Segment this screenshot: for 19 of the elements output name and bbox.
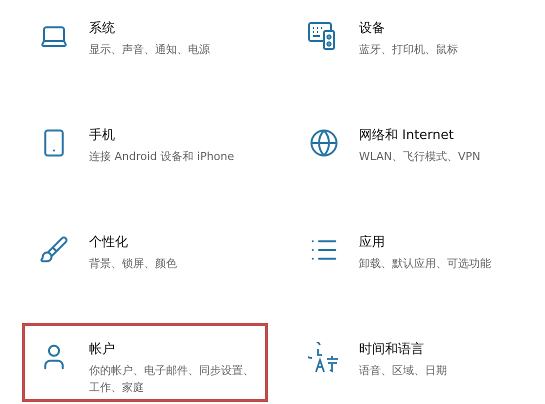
tile-subtitle: WLAN、飞行模式、VPN: [359, 149, 480, 165]
tile-title: 设备: [359, 20, 386, 37]
tile-title: 帐户: [89, 341, 116, 358]
brush-icon: [39, 235, 69, 265]
tile-subtitle: 背景、锁屏、颜色: [89, 256, 177, 272]
tile-subtitle: 连接 Android 设备和 iPhone: [89, 149, 234, 165]
tile-subtitle: 卸载、默认应用、可选功能: [359, 256, 491, 272]
globe-icon: [309, 128, 339, 158]
tile-title: 网络和 Internet: [359, 127, 455, 144]
tile-subtitle: 显示、声音、通知、电源: [89, 42, 210, 58]
tile-subtitle: 蓝牙、打印机、鼠标: [359, 42, 458, 58]
tile-title: 时间和语言: [359, 341, 425, 358]
tile-title: 手机: [89, 127, 116, 144]
tile-subtitle: 语音、区域、日期: [359, 363, 447, 379]
tile-title: 系统: [89, 20, 116, 37]
tile-title: 应用: [359, 234, 386, 251]
settings-tile[interactable]: 帐户 你的帐户、电子邮件、同步设置、工作、家庭: [22, 323, 268, 402]
tile-title: 个性化: [89, 234, 129, 251]
tile-subtitle: 你的帐户、电子邮件、同步设置、工作、家庭: [89, 363, 255, 396]
